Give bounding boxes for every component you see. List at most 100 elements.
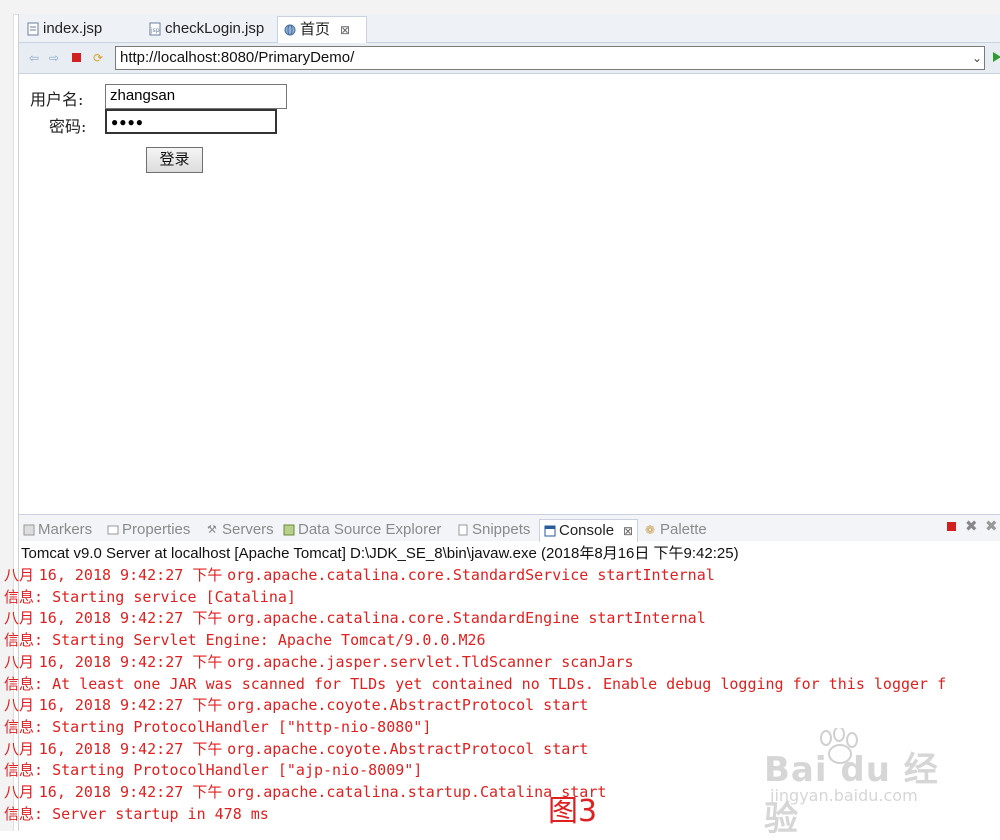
console-line-text: : Starting ProtocolHandler ["ajp-nio-800…: [34, 761, 423, 780]
palette-icon: ❁: [645, 523, 656, 537]
console-line-prefix: 八月: [4, 739, 39, 758]
snippets-icon: [458, 524, 468, 536]
window-top-strip: [0, 0, 1000, 15]
console-line-text: 16, 2018 9:42:27: [38, 652, 193, 671]
console-line: 信息: Starting Servlet Engine: Apache Tomc…: [4, 629, 486, 650]
tab-label: index.jsp: [43, 20, 103, 37]
console-line-text: 16, 2018 9:42:27: [38, 609, 193, 628]
console-line: 信息: At least one JAR was scanned for TLD…: [4, 673, 946, 694]
tab-index-jsp[interactable]: index.jsp: [21, 16, 123, 42]
tab-console[interactable]: Console ⊠: [539, 519, 639, 542]
globe-icon: [284, 24, 296, 36]
tab-label: Markers: [38, 521, 93, 538]
console-line-text: 16, 2018 9:42:27: [38, 696, 193, 715]
editor-area: index.jsp jsp checkLogin.jsp 首页 ⊠ ⇦ ⇨ ⟳ …: [18, 14, 1000, 508]
console-line-prefix: 信息: [4, 674, 35, 693]
console-line-prefix: 信息: [4, 587, 35, 606]
tab-properties[interactable]: Properties: [107, 519, 190, 541]
servers-icon: ⚒: [207, 524, 217, 536]
login-button[interactable]: 登录: [146, 147, 203, 173]
markers-icon: [23, 524, 35, 536]
console-line-text: 16, 2018 9:42:27: [38, 783, 193, 801]
svg-text:jsp: jsp: [150, 27, 160, 34]
console-line-text: : Starting Servlet Engine: Apache Tomcat…: [34, 631, 486, 650]
properties-icon: [107, 525, 119, 535]
console-line-ampm: 下午: [192, 609, 228, 628]
console-line-prefix: 八月: [4, 652, 39, 671]
url-input[interactable]: http://localhost:8080/PrimaryDemo/ ⌄: [115, 46, 985, 70]
tab-servers[interactable]: ⚒ Servers: [207, 519, 274, 541]
close-icon[interactable]: ⊠: [623, 520, 633, 542]
tab-checklogin-jsp[interactable]: jsp checkLogin.jsp: [143, 16, 283, 42]
forward-icon[interactable]: ⇨: [47, 51, 61, 65]
console-line: 信息: Starting ProtocolHandler ["ajp-nio-8…: [4, 759, 422, 780]
console-line: 八月 16, 2018 9:42:27 下午 org.apache.coyote…: [4, 738, 588, 759]
console-line-text: : At least one JAR was scanned for TLDs …: [34, 674, 947, 693]
console-line-prefix: 信息: [4, 717, 35, 736]
view-tab-bar: Markers Properties ⚒ Servers Data Source…: [19, 514, 1000, 542]
console-line-prefix: 信息: [4, 761, 35, 780]
username-input[interactable]: zhangsan: [105, 84, 287, 109]
password-input[interactable]: ●●●●: [105, 109, 277, 134]
username-label: 用户名:: [30, 90, 84, 109]
console-line-source: org.apache.jasper.servlet.TldScanner sca…: [227, 652, 634, 671]
close-icon[interactable]: ⊠: [340, 17, 350, 43]
url-text: http://localhost:8080/PrimaryDemo/: [120, 49, 355, 66]
console-line-ampm: 下午: [192, 739, 228, 758]
jsp-file-icon: jsp: [149, 22, 161, 36]
console-line-text: : Starting ProtocolHandler ["http-nio-80…: [34, 717, 432, 736]
tab-markers[interactable]: Markers: [23, 519, 92, 541]
console-line-ampm: 下午: [192, 566, 228, 584]
console-line-prefix: 八月: [4, 609, 39, 628]
back-icon[interactable]: ⇦: [27, 51, 41, 65]
refresh-icon[interactable]: ⟳: [91, 51, 105, 65]
console-line-text: 16, 2018 9:42:27: [38, 566, 193, 584]
browser-toolbar: ⇦ ⇨ ⟳ http://localhost:8080/PrimaryDemo/…: [19, 43, 1000, 74]
tab-snippets[interactable]: Snippets: [457, 519, 530, 541]
tab-palette[interactable]: ❁ Palette: [645, 519, 707, 541]
console-line-prefix: 信息: [4, 631, 35, 650]
remove-all-icon[interactable]: ✖: [985, 517, 998, 535]
console-line-ampm: 下午: [192, 696, 228, 715]
tab-data-source-explorer[interactable]: Data Source Explorer: [283, 519, 441, 541]
console-line: 信息: Server startup in 478 ms: [4, 803, 269, 824]
console-line: 信息: Starting service [Catalina]: [4, 586, 296, 607]
console-line-text: : Starting service [Catalina]: [34, 587, 296, 606]
remove-launch-icon[interactable]: ✖: [965, 517, 978, 535]
console-line-ampm: 下午: [192, 783, 228, 801]
chevron-down-icon[interactable]: ⌄: [972, 47, 982, 69]
terminate-icon[interactable]: [947, 522, 956, 531]
stop-icon[interactable]: [69, 51, 83, 65]
console-line-ampm: 下午: [192, 652, 228, 671]
tab-label: Servers: [222, 521, 274, 538]
tab-label: Data Source Explorer: [298, 521, 442, 538]
editor-tab-bar: index.jsp jsp checkLogin.jsp 首页 ⊠: [19, 14, 1000, 43]
tab-label: Properties: [122, 521, 191, 538]
console-line-prefix: 八月: [4, 783, 39, 801]
console-line-text: : Server startup in 478 ms: [34, 804, 269, 823]
watermark-url: jingyan.baidu.com: [770, 786, 918, 805]
go-icon[interactable]: [993, 52, 1000, 62]
tab-label: checkLogin.jsp: [165, 20, 265, 37]
tab-label: Console: [559, 522, 615, 539]
watermark: Bai du 经验 jingyan.baidu.com: [764, 726, 954, 839]
console-line-prefix: 八月: [4, 696, 39, 715]
password-label: 密码:: [49, 117, 87, 136]
tab-label: Snippets: [472, 521, 531, 538]
console-line: 八月 16, 2018 9:42:27 下午 org.apache.catali…: [4, 781, 606, 802]
console-line-source: org.apache.catalina.core.StandardService…: [227, 566, 715, 584]
console-line-source: org.apache.catalina.core.StandardEngine …: [227, 609, 706, 628]
tab-home-page[interactable]: 首页 ⊠: [277, 16, 367, 43]
console-line: 八月 16, 2018 9:42:27 下午 org.apache.catali…: [4, 564, 715, 585]
console-line-text: 16, 2018 9:42:27: [38, 739, 193, 758]
console-line: 信息: Starting ProtocolHandler ["http-nio-…: [4, 716, 431, 737]
console-line: 八月 16, 2018 9:42:27 下午 org.apache.coyote…: [4, 694, 588, 715]
console-line-source: org.apache.coyote.AbstractProtocol start: [227, 696, 589, 715]
console-line-source: org.apache.coyote.AbstractProtocol start: [227, 739, 589, 758]
database-icon: [283, 524, 295, 536]
tab-label: 首页: [300, 21, 331, 38]
console-line-prefix: 八月: [4, 566, 39, 584]
console-icon: [544, 525, 556, 537]
jsp-file-icon: [27, 22, 39, 36]
console-line: 八月 16, 2018 9:42:27 下午 org.apache.jasper…: [4, 651, 633, 672]
